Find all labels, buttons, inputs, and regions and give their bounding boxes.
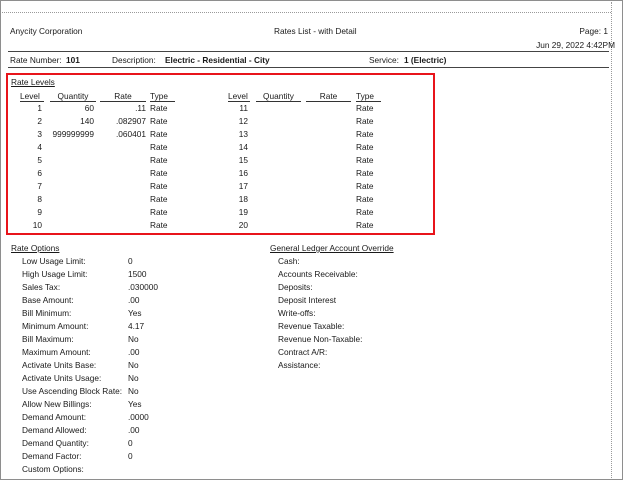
header-rule-bottom [8,67,609,68]
description-value: Electric - Residential - City [165,55,270,65]
gl-label: Revenue Non-Taxable: [278,334,363,344]
option-label: Sales Tax: [22,282,61,292]
option-value: No [128,360,139,370]
option-value: 1500 [128,269,147,279]
gl-label: Write-offs: [278,308,316,318]
margin-guide-right [611,2,612,478]
option-value: No [128,386,139,396]
option-value: .00 [128,295,140,305]
option-label: High Usage Limit: [22,269,88,279]
gl-label: Revenue Taxable: [278,321,345,331]
gl-label: Deposits: [278,282,313,292]
gl-label: Deposit Interest [278,295,337,305]
option-label: Low Usage Limit: [22,256,86,266]
option-label: Bill Maximum: [22,334,74,344]
company-name: Anycity Corporation [10,26,83,36]
option-value: .030000 [128,282,158,292]
option-label: Demand Factor: [22,451,82,461]
report-datetime: Jun 29, 2022 4:42PM [536,40,615,50]
option-label: Demand Amount: [22,412,87,422]
rate-options-title: Rate Options [11,243,60,253]
option-label: Allow New Billings: [22,399,92,409]
option-value: .00 [128,425,140,435]
option-label: Activate Units Base: [22,360,97,370]
option-value: No [128,334,139,344]
description-label: Description: [112,55,156,65]
option-value: .0000 [128,412,149,422]
option-value: 0 [128,256,133,266]
option-label: Use Ascending Block Rate: [22,386,123,396]
option-label: Bill Minimum: [22,308,72,318]
option-label: Maximum Amount: [22,347,91,357]
option-value: 0 [128,438,133,448]
gl-label: Cash: [278,256,300,266]
option-value: Yes [128,399,142,409]
option-value: No [128,373,139,383]
rate-number-label: Rate Number: [10,55,62,65]
page-number: Page: 1 [579,26,608,36]
gl-label: Contract A/R: [278,347,328,357]
rate-levels-highlight-box [6,73,435,235]
report-title: Rates List - with Detail [274,26,357,36]
gl-override-title: General Ledger Account Override [270,243,394,253]
option-label: Demand Allowed: [22,425,87,435]
gl-label: Assistance: [278,360,321,370]
gl-label: Accounts Receivable: [278,269,358,279]
option-label: Custom Options: [22,464,84,474]
option-label: Base Amount: [22,295,74,305]
option-label: Activate Units Usage: [22,373,102,383]
option-value: 4.17 [128,321,145,331]
service-value: 1 (Electric) [404,55,447,65]
option-label: Minimum Amount: [22,321,89,331]
option-value: 0 [128,451,133,461]
header-rule-top [8,51,609,52]
margin-guide-top [2,12,611,13]
option-label: Demand Quantity: [22,438,89,448]
service-label: Service: [369,55,399,65]
option-value: Yes [128,308,142,318]
option-value: .00 [128,347,140,357]
rate-number-value: 101 [66,55,80,65]
report-frame [0,0,623,480]
